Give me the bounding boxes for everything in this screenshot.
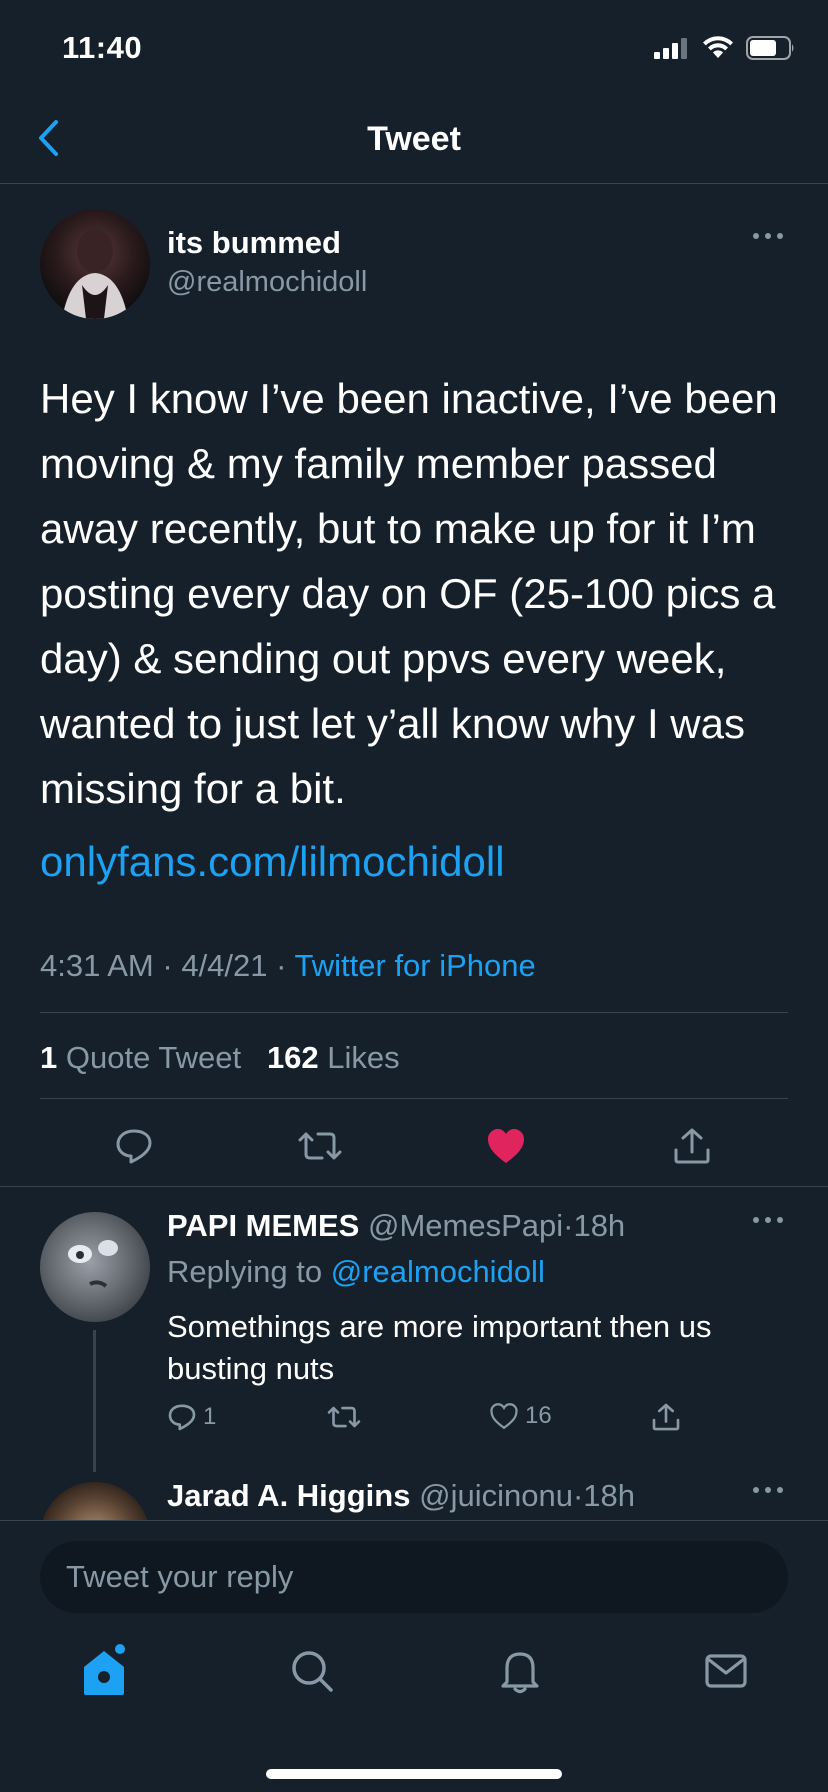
tab-messages[interactable] <box>696 1641 756 1701</box>
reply-icon <box>168 1404 196 1431</box>
reply-header: PAPI MEMES @MemesPapi·18h <box>167 1208 625 1244</box>
tweet-more-button[interactable] <box>752 228 784 246</box>
like-button[interactable] <box>484 1124 528 1168</box>
divider <box>40 1012 788 1013</box>
tab-bar <box>0 1641 828 1731</box>
tweet-link[interactable]: onlyfans.com/lilmochidoll <box>40 838 505 886</box>
reply-reply-button[interactable]: 1 <box>167 1402 216 1432</box>
reply-actions: 1 16 <box>167 1402 787 1442</box>
tab-home[interactable] <box>74 1641 134 1701</box>
like-count: 162 <box>266 1040 319 1075</box>
reply-author-name[interactable]: PAPI MEMES <box>167 1208 359 1243</box>
wifi-icon <box>703 36 733 58</box>
thread-line <box>93 1330 96 1472</box>
reply-composer-input[interactable]: Tweet your reply <box>40 1541 788 1613</box>
reply-text: Somethings are more important then us bu… <box>167 1309 712 1386</box>
reply-reply-count: 1 <box>203 1403 217 1430</box>
reply-author-handle[interactable]: @juicinonu <box>419 1478 573 1513</box>
divider <box>40 1098 788 1099</box>
reply-button[interactable] <box>112 1124 156 1168</box>
notifications-icon <box>501 1652 539 1694</box>
avatar-photo <box>68 1240 118 1288</box>
search-icon <box>292 1651 333 1692</box>
more-horizontal-icon <box>753 1217 783 1223</box>
reply-age: 18h <box>583 1478 635 1513</box>
tab-search[interactable] <box>282 1641 342 1701</box>
tweet-time: 4:31 AM <box>40 948 154 983</box>
retweet-icon <box>298 1132 342 1160</box>
author-handle[interactable]: @realmochidoll <box>167 266 367 299</box>
reply-more-button[interactable] <box>752 1482 784 1500</box>
share-button[interactable] <box>670 1124 714 1168</box>
reply-author-name[interactable]: Jarad A. Higgins <box>167 1478 410 1513</box>
tweet-actions <box>0 1110 828 1182</box>
meta-separator: · <box>162 948 173 983</box>
divider <box>0 1186 828 1187</box>
quote-tweets-stat[interactable]: 1 Quote Tweet <box>40 1040 241 1075</box>
heart-filled-icon <box>488 1129 524 1163</box>
retweet-icon <box>327 1406 361 1428</box>
share-icon <box>674 1128 710 1164</box>
reply-author-handle[interactable]: @MemesPapi <box>368 1208 563 1243</box>
status-time: 11:40 <box>62 30 143 65</box>
reply-share-button[interactable] <box>651 1402 681 1432</box>
nav-bar: Tweet <box>0 92 828 184</box>
tweet-date: 4/4/21 <box>181 948 268 983</box>
tweet-stats: 1 Quote Tweet 162 Likes <box>40 1040 400 1076</box>
cellular-signal-icon <box>654 38 687 59</box>
tweet-text: Hey I know I’ve been inactive, I’ve been… <box>40 375 778 812</box>
quote-label: Quote Tweet <box>65 1040 242 1075</box>
replying-to-label: Replying to <box>167 1254 323 1289</box>
tweet-source[interactable]: Twitter for iPhone <box>295 948 536 983</box>
reply-like-count: 16 <box>525 1402 552 1429</box>
tweet-meta: 4:31 AM · 4/4/21 · Twitter for iPhone <box>40 948 536 984</box>
reply-more-button[interactable] <box>752 1212 784 1230</box>
replying-to: Replying to @realmochidoll <box>167 1254 545 1290</box>
home-icon <box>84 1644 125 1695</box>
author-avatar[interactable] <box>40 209 150 319</box>
meta-separator: · <box>276 948 287 983</box>
home-indicator[interactable] <box>266 1769 562 1779</box>
likes-label: Likes <box>327 1040 400 1075</box>
battery-icon <box>746 36 794 60</box>
reply-age: 18h <box>573 1208 626 1243</box>
reply-retweet-button[interactable] <box>327 1402 361 1432</box>
meta-separator: · <box>572 1478 584 1513</box>
retweet-button[interactable] <box>298 1124 342 1168</box>
reply-avatar[interactable] <box>40 1212 150 1322</box>
page-title: Tweet <box>367 120 461 158</box>
bottom-panel: Tweet your reply <box>0 1520 828 1792</box>
avatar-photo <box>62 229 128 319</box>
likes-stat[interactable]: 162 Likes <box>267 1040 400 1075</box>
share-icon <box>652 1403 680 1431</box>
tab-notifications[interactable] <box>490 1641 550 1701</box>
author-name[interactable]: its bummed <box>167 225 341 261</box>
status-icons <box>654 36 796 60</box>
messages-icon <box>705 1654 747 1688</box>
more-horizontal-icon <box>753 233 783 239</box>
more-horizontal-icon <box>753 1487 783 1493</box>
quote-count: 1 <box>40 1040 58 1075</box>
reply-icon <box>116 1129 152 1164</box>
reply-like-button[interactable]: 16 <box>489 1402 552 1430</box>
meta-separator: · <box>563 1208 574 1243</box>
heart-icon <box>490 1403 518 1430</box>
reply-header: Jarad A. Higgins @juicinonu·18h <box>167 1478 635 1514</box>
replying-to-handle[interactable]: @realmochidoll <box>331 1254 545 1289</box>
